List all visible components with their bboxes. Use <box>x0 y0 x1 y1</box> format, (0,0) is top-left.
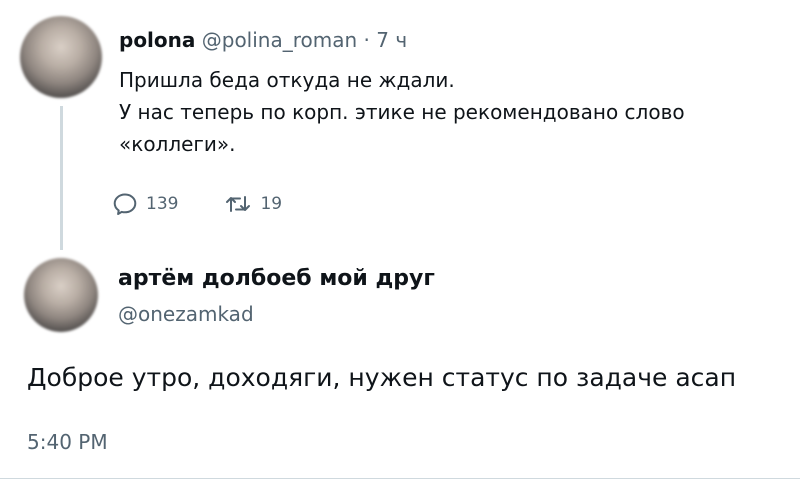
tweet-timestamp[interactable]: 5:40 PM <box>27 428 108 456</box>
author-name[interactable]: артём долбоеб мой друг <box>118 265 435 293</box>
author-avatar-polona[interactable] <box>20 16 102 98</box>
divider <box>0 478 800 479</box>
meta-separator: · <box>363 28 370 52</box>
tweet-text: Пришла беда откуда не ждали. У нас тепер… <box>119 64 779 160</box>
speech-bubble-icon <box>112 192 138 216</box>
tweet-actions: 139 19 <box>112 190 282 218</box>
tweet-header: polona @polina_roman · 7 ч <box>119 26 407 54</box>
time-ago[interactable]: 7 ч <box>376 28 407 52</box>
reply-count: 139 <box>146 194 179 214</box>
author-handle[interactable]: @onezamkad <box>118 300 254 328</box>
tweet-text-line: «коллеги». <box>119 132 236 156</box>
thread-connector-line <box>60 106 63 250</box>
reply-button[interactable]: 139 <box>112 192 178 216</box>
tweet-text-line: Пришла беда откуда не ждали. <box>119 68 455 92</box>
repost-arrows-icon <box>224 192 252 216</box>
repost-button[interactable]: 19 <box>224 192 282 216</box>
tweet-text: Доброе утро, доходяги, нужен статус по з… <box>27 363 737 392</box>
repost-count: 19 <box>260 194 283 214</box>
author-avatar-onezamkad[interactable] <box>24 258 98 332</box>
tweet-text-line: У нас теперь по корп. этике не рекомендо… <box>119 100 685 124</box>
author-name[interactable]: polona <box>119 28 195 52</box>
author-handle[interactable]: @polina_roman <box>202 28 357 52</box>
